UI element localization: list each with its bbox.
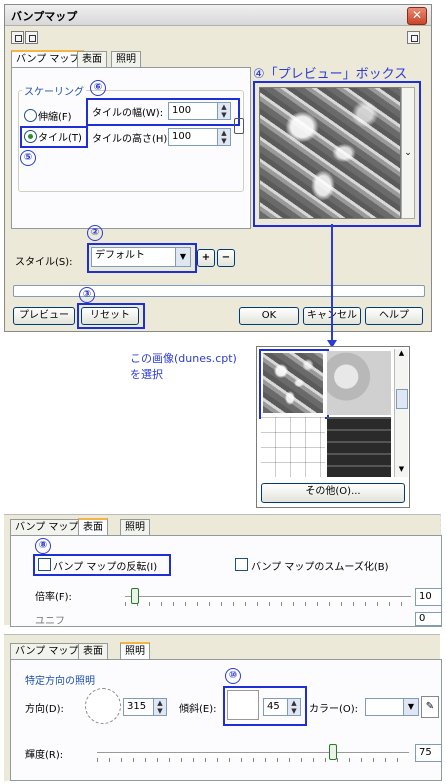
stretch-radio[interactable] (24, 109, 37, 122)
brick-texture-tile[interactable] (327, 417, 391, 477)
tile-width-label: タイルの幅(W): (92, 108, 164, 119)
tile-radio[interactable] (24, 130, 37, 143)
invert-checkbox[interactable] (38, 558, 51, 571)
direction-input[interactable]: 315 (123, 698, 156, 716)
remove-style-button[interactable]: − (217, 249, 235, 267)
scale-label: 倍率(F): (35, 592, 72, 603)
tile-label: タイル(T) (38, 133, 82, 144)
eyedropper-icon[interactable]: ✎ (421, 696, 439, 718)
scroll-down-icon[interactable]: ▼ (395, 465, 408, 477)
help-button[interactable]: ヘルプ (365, 307, 423, 325)
stretch-label: 伸縮(F) (38, 112, 72, 123)
style-label: スタイル(S): (15, 257, 73, 268)
preview-box-callout: ④「プレビュー」ボックス (253, 67, 408, 82)
lighting-panel: バンプ マップ 表面 照明 特定方向の照明 ⑩ 方向(D): 315 ▲ ▼ 傾斜… (4, 634, 442, 781)
preview-button[interactable]: プレビュー (13, 307, 75, 325)
callout-6: ⑥ (90, 80, 106, 96)
picker-note: この画像(dunes.cpt) を選択 (130, 350, 237, 382)
close-button[interactable]: ✕ (407, 7, 427, 25)
scale-slider-thumb[interactable] (131, 588, 139, 604)
callout-5: ⑤ (20, 150, 36, 166)
surface-panel-body: ⑧ バンプ マップの反転(I) バンプ マップのスムーズ化(B) 倍率(F): … (10, 535, 442, 627)
title-bar: バンプマップ ✕ (5, 5, 431, 26)
picker-note-line1: この画像(dunes.cpt) (130, 352, 237, 365)
brightness-ticks (97, 758, 409, 762)
bump-map-panel: スケーリング ⑥ 伸縮(F) タイル(T) ⑤ タイルの幅(W): 100 ▲ ▼… (11, 67, 251, 229)
more-button[interactable]: その他(O)... (261, 483, 405, 503)
tab-lighting[interactable]: 照明 (111, 51, 141, 67)
preview-dropdown-arrow-icon[interactable]: ⌄ (401, 87, 415, 219)
surface-tab-bump-map[interactable]: バンプ マップ (10, 519, 84, 535)
expand-arrow-icon[interactable] (407, 31, 420, 44)
color-dropdown-arrow-icon[interactable]: ▼ (403, 698, 419, 716)
texture-picker: ▲ ▼ その他(O)... (256, 346, 410, 508)
invert-label: バンプ マップの反転(I) (53, 562, 158, 573)
direction-dial[interactable] (85, 688, 121, 724)
scale-slider[interactable] (125, 596, 411, 600)
lighting-tab-bump-map[interactable]: バンプ マップ (10, 643, 84, 659)
bump-map-dialog: バンプマップ ✕ バンプ マップ 表面 照明 スケーリング ⑥ 伸縮(F) タイ… (4, 4, 432, 332)
picker-scrollbar[interactable]: ▲ ▼ (394, 349, 408, 477)
callout-2: ② (87, 225, 103, 241)
dunes-texture-tile[interactable] (263, 353, 323, 413)
brightness-slider[interactable] (97, 752, 409, 756)
dialog-title: バンプマップ (11, 10, 78, 23)
surface-panel: バンプ マップ 表面 照明 ⑧ バンプ マップの反転(I) バンプ マップのスム… (4, 514, 442, 627)
partial-input[interactable]: 0 (415, 612, 442, 626)
lighting-group-label: 特定方向の照明 (23, 672, 97, 687)
direction-spinner[interactable]: ▲ ▼ (153, 698, 167, 716)
add-style-button[interactable]: + (197, 249, 215, 267)
callout-8: ⑧ (35, 538, 51, 554)
cobble-texture-tile[interactable] (327, 351, 391, 415)
tile-height-label: タイルの高さ(H): (92, 134, 171, 145)
tab-surface[interactable]: 表面 (77, 51, 107, 67)
scroll-up-icon[interactable]: ▲ (395, 349, 408, 361)
smooth-label: バンプ マップのスムーズ化(B) (251, 562, 389, 573)
tilt-input[interactable]: 45 (263, 698, 290, 716)
callout-10: ⑩ (225, 668, 241, 684)
lighting-panel-body: 特定方向の照明 ⑩ 方向(D): 315 ▲ ▼ 傾斜(E): 45 ▲ ▼ カラー… (10, 659, 442, 781)
ok-button[interactable]: OK (239, 307, 299, 325)
smooth-checkbox[interactable] (235, 558, 248, 571)
tile-height-input[interactable]: 100 (168, 128, 221, 146)
reset-button[interactable]: リセット (81, 307, 139, 325)
tilt-spinner[interactable]: ▲ ▼ (287, 698, 301, 716)
picker-note-line2: を選択 (130, 368, 163, 381)
color-label: カラー(O): (309, 704, 359, 715)
scale-input[interactable]: 10 (415, 588, 442, 606)
brightness-slider-thumb[interactable] (329, 744, 337, 760)
lighting-tab-surface[interactable]: 表面 (78, 643, 108, 659)
color-select[interactable] (365, 698, 406, 716)
scroll-thumb[interactable] (396, 389, 408, 409)
tile-height-spinner[interactable]: ▲ ▼ (217, 128, 231, 146)
tile-width-spinner[interactable]: ▲ ▼ (217, 102, 231, 120)
progress-bar (13, 285, 425, 297)
scaling-group-label: スケーリング (22, 83, 86, 98)
scale-ticks (125, 602, 411, 606)
link-lock-icon[interactable] (234, 118, 244, 134)
connector-line (331, 224, 333, 344)
layout-toggle-icon-2[interactable] (25, 31, 38, 44)
tilt-dial[interactable] (227, 690, 259, 720)
tile-width-input[interactable]: 100 (168, 102, 221, 120)
style-dropdown-arrow-icon[interactable]: ▼ (175, 247, 191, 267)
preview-box[interactable] (259, 87, 401, 219)
surface-tab-lighting[interactable]: 照明 (120, 519, 150, 535)
partial-label: ユニフ (35, 616, 65, 627)
style-select[interactable]: デフォルト (91, 247, 178, 267)
puzzle-texture-tile[interactable] (261, 417, 325, 477)
tilt-label: 傾斜(E): (179, 704, 217, 715)
direction-label: 方向(D): (25, 704, 64, 715)
brightness-label: 輝度(R): (25, 750, 64, 761)
layout-toggle-icon[interactable] (11, 31, 24, 44)
brightness-input[interactable]: 75 (415, 744, 442, 762)
callout-3: ③ (79, 287, 95, 303)
